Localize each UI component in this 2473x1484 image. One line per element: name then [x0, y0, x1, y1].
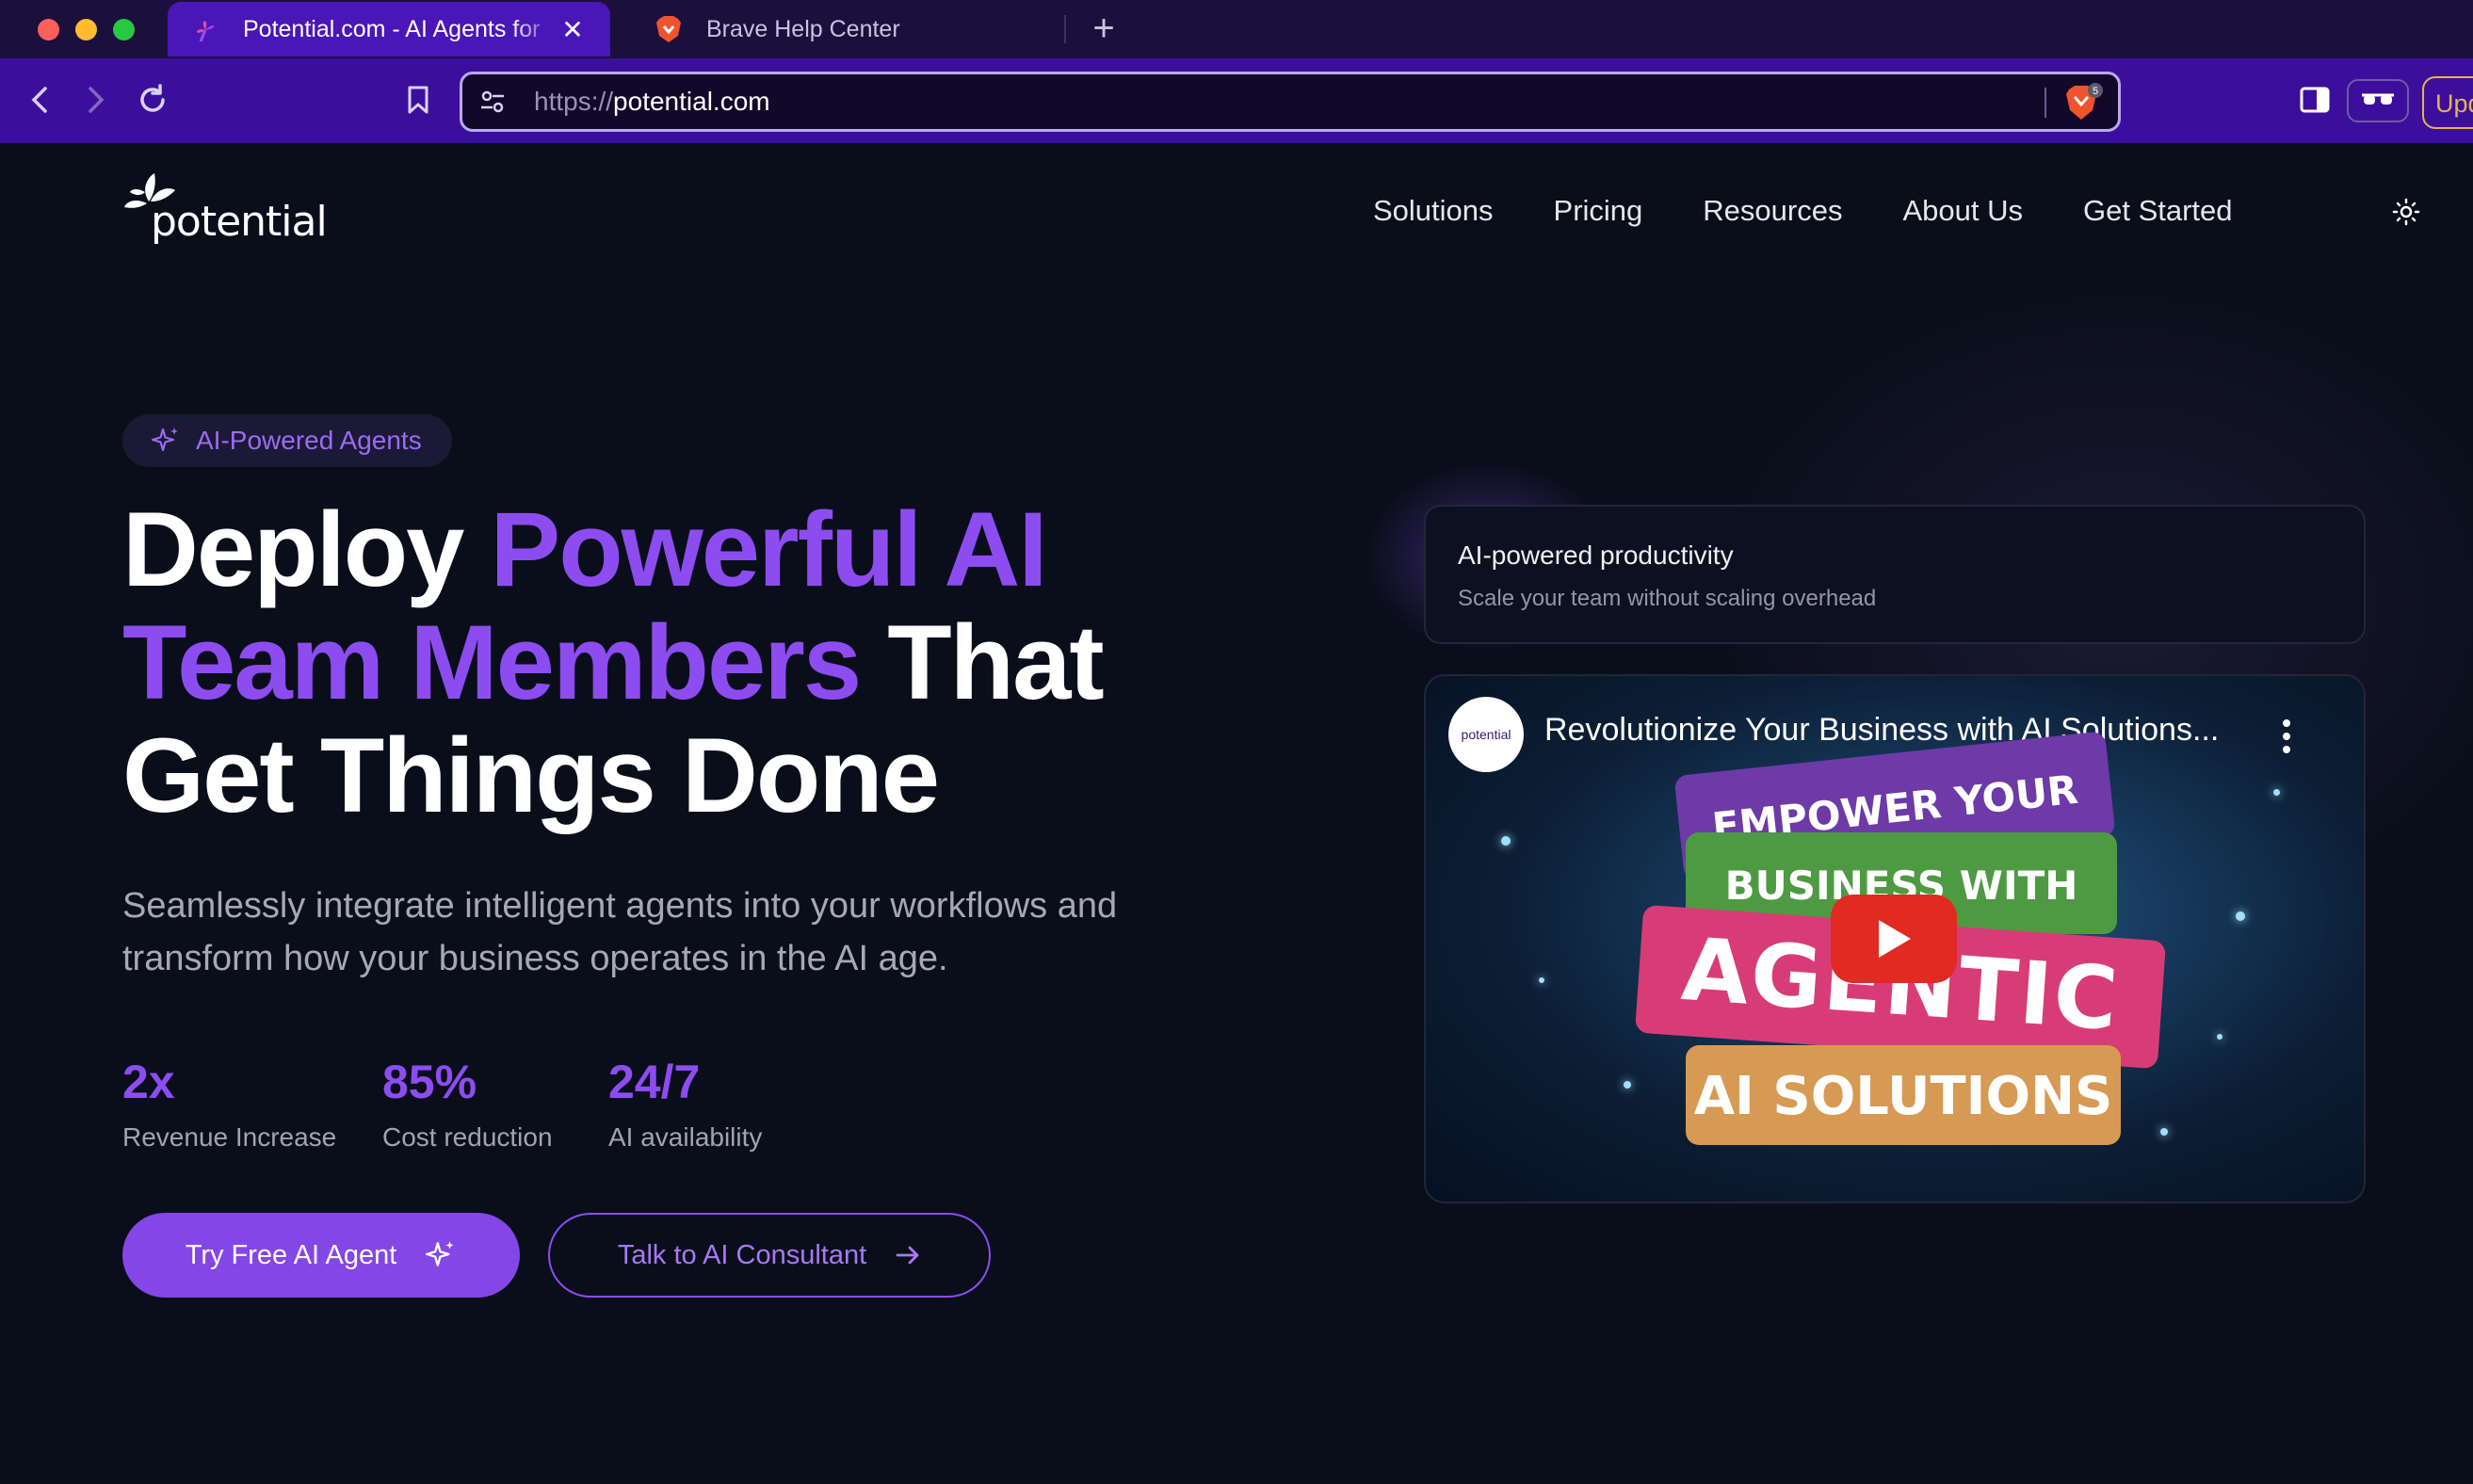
channel-avatar[interactable]: potential	[1448, 697, 1524, 772]
url-host: potential.com	[613, 87, 770, 116]
bookmark-button[interactable]	[396, 77, 441, 122]
minimize-window-button[interactable]	[75, 19, 97, 40]
sidebar-icon	[2300, 87, 2330, 113]
site-settings-icon	[481, 90, 504, 113]
stat-value: 24/7	[608, 1056, 701, 1108]
feature-card: AI-powered productivity Scale your team …	[1424, 505, 2366, 644]
bookmark-icon	[408, 86, 428, 114]
stat-label: Revenue Increase	[122, 1122, 337, 1152]
youtube-video-embed[interactable]: potential Revolutionize Your Business wi…	[1424, 674, 2366, 1203]
url-protocol: https://	[534, 87, 614, 116]
browser-toolbar: https://potential.com 5 Upd	[0, 58, 2473, 143]
forward-button[interactable]	[73, 77, 119, 122]
close-tab-icon[interactable]: ✕	[558, 14, 588, 44]
sparkles-icon	[151, 427, 178, 452]
close-window-button[interactable]	[38, 19, 59, 40]
address-bar[interactable]: https://potential.com 5	[460, 72, 2121, 132]
button-label: Talk to AI Consultant	[617, 1239, 867, 1270]
site-logo[interactable]: potential	[122, 169, 328, 250]
nav-pricing[interactable]: Pricing	[1554, 194, 1643, 228]
tab-brave-help[interactable]: Brave Help Center	[631, 2, 1064, 56]
tab-divider	[1064, 15, 1066, 43]
nav-about-us[interactable]: About Us	[1902, 194, 2023, 228]
tab-title: Brave Help Center	[706, 15, 900, 42]
stat-value: 2x	[122, 1056, 175, 1108]
stat-label: Cost reduction	[382, 1122, 553, 1152]
stat-revenue: 2x Revenue Increase	[122, 1055, 336, 1153]
reload-button[interactable]	[130, 77, 175, 122]
chevron-left-icon	[31, 87, 47, 113]
back-button[interactable]	[17, 77, 62, 122]
new-tab-button[interactable]: +	[1083, 8, 1124, 49]
tab-title: Potential.com - AI Agents for	[243, 15, 541, 42]
sun-icon	[2392, 198, 2420, 226]
logo-text: potential	[151, 198, 328, 246]
tab-potential[interactable]: Potential.com - AI Agents for ✕	[168, 2, 610, 56]
try-free-agent-button[interactable]: Try Free AI Agent	[122, 1213, 520, 1298]
more-options-icon[interactable]	[2281, 718, 2292, 755]
card-title: AI-powered productivity	[1458, 540, 1734, 570]
browser-tab-bar: Potential.com - AI Agents for ✕ Brave He…	[0, 0, 2473, 58]
nav-get-started[interactable]: Get Started	[2083, 194, 2233, 228]
sidebar-toggle-button[interactable]	[2292, 77, 2337, 122]
hero-headline: Deploy Powerful AI Team Members That Get T…	[122, 491, 1105, 834]
reload-icon	[140, 84, 165, 112]
nav-solutions[interactable]: Solutions	[1373, 194, 1494, 228]
stat-availability: 24/7 AI availability	[608, 1055, 762, 1153]
play-icon	[1879, 920, 1911, 958]
reader-mode-button[interactable]	[2347, 79, 2409, 122]
url-divider	[2045, 88, 2046, 118]
talk-to-consultant-button[interactable]: Talk to AI Consultant	[548, 1213, 991, 1298]
theme-toggle-button[interactable]	[2386, 192, 2426, 232]
play-button[interactable]	[1831, 895, 1957, 983]
card-subtitle: Scale your team without scaling overhead	[1458, 586, 1877, 611]
arrow-right-icon	[896, 1246, 919, 1265]
video-title[interactable]: Revolutionize Your Business with AI Solu…	[1544, 712, 2219, 749]
chevron-right-icon	[89, 87, 105, 113]
stat-cost: 85% Cost reduction	[382, 1055, 553, 1153]
badge-label: AI-Powered Agents	[196, 426, 422, 455]
nav-resources[interactable]: Resources	[1703, 194, 1842, 228]
brave-favicon-icon	[654, 14, 684, 44]
update-button[interactable]: Upd	[2422, 76, 2473, 129]
maximize-window-button[interactable]	[113, 19, 135, 40]
stat-value: 85%	[382, 1056, 477, 1108]
ai-powered-badge: AI-Powered Agents	[122, 414, 452, 467]
shield-count: 5	[2093, 86, 2098, 97]
thumbnail-banner: AI SOLUTIONS	[1686, 1045, 2121, 1145]
glasses-icon	[2362, 93, 2394, 105]
brave-shield-icon: 5	[2066, 83, 2103, 120]
brave-shields-button[interactable]: 5	[2063, 82, 2105, 123]
web-page: potential Solutions Pricing Resources Ab…	[0, 143, 2473, 1484]
main-nav: Solutions Pricing Resources About Us Get…	[1373, 194, 2233, 228]
potential-favicon-icon	[190, 14, 220, 44]
hero-subheadline: Seamlessly integrate intelligent agents …	[122, 886, 1118, 978]
stat-label: AI availability	[608, 1122, 763, 1152]
sparkles-icon	[426, 1241, 455, 1266]
button-label: Try Free AI Agent	[185, 1239, 397, 1270]
